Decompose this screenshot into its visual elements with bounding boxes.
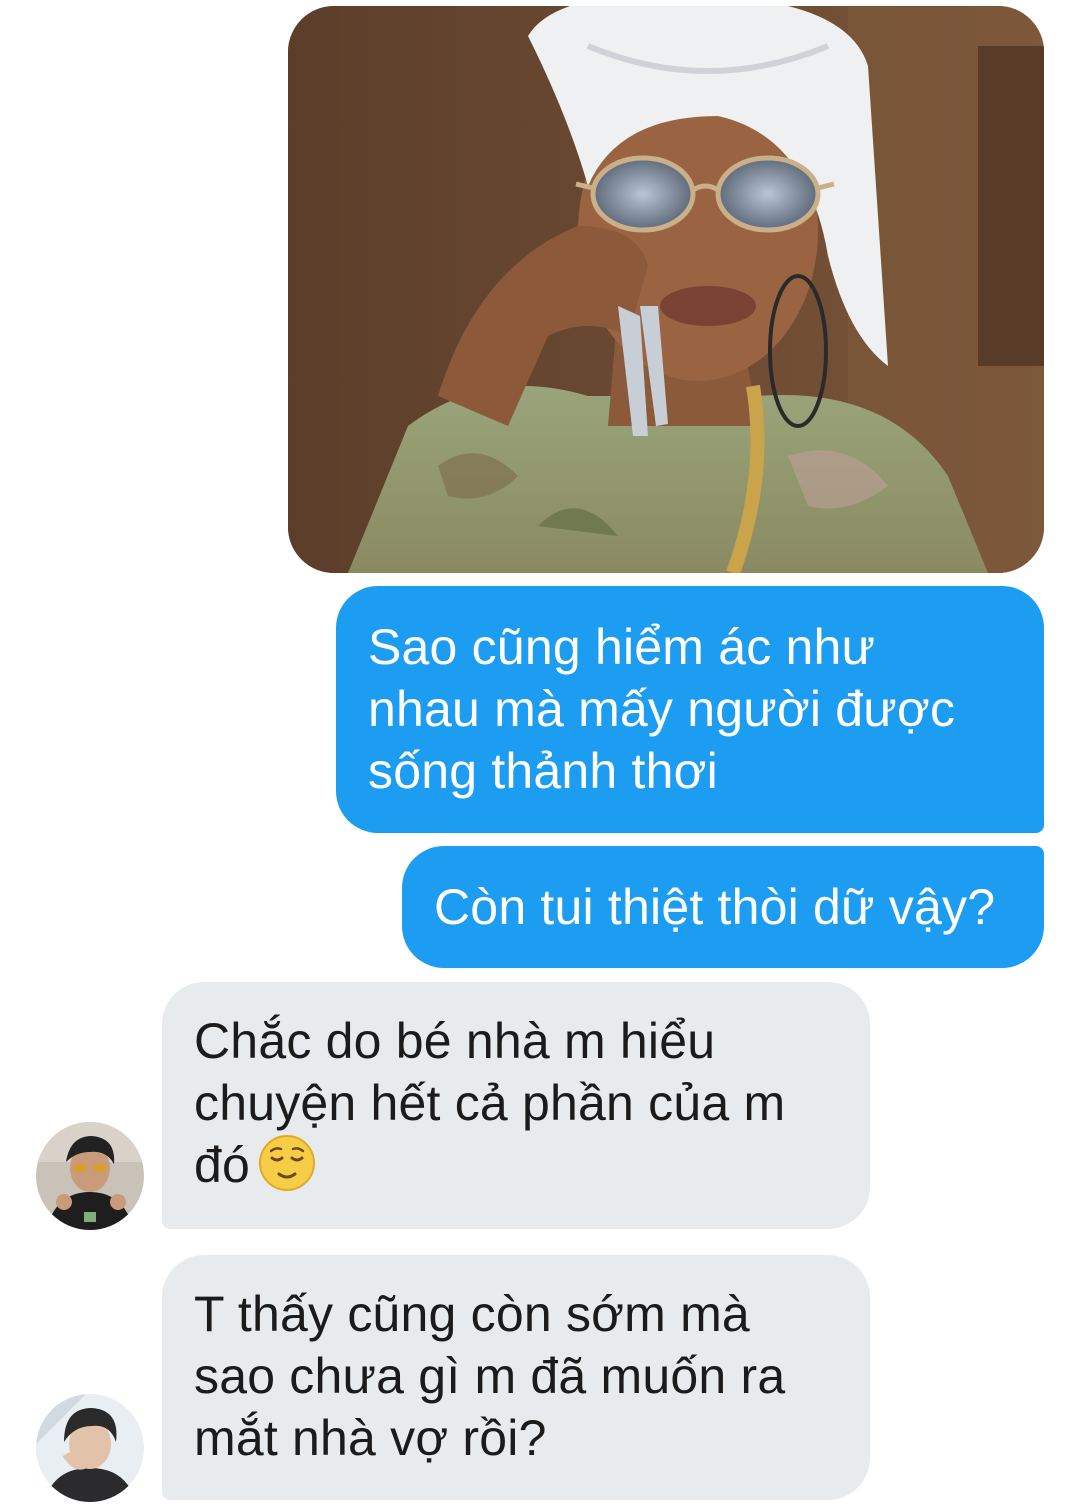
photo-message[interactable]: [288, 6, 1044, 573]
avatar-photo: [36, 1122, 144, 1230]
relieved-face-icon: [259, 1135, 316, 1191]
message-text: sao chưa gì m đã muốn ra: [194, 1348, 786, 1404]
contact-avatar[interactable]: [36, 1122, 144, 1230]
message-text: T thấy cũng còn sớm mà: [194, 1286, 750, 1342]
outgoing-message[interactable]: Sao cũng hiểm ác như nhau mà mấy người đ…: [336, 586, 1044, 833]
message-text: chuyện hết cả phần của m: [194, 1075, 786, 1131]
incoming-message[interactable]: T thấy cũng còn sớm mà sao chưa gì m đã …: [162, 1255, 870, 1500]
message-text: sống thảnh thơi: [368, 743, 718, 799]
contact-avatar[interactable]: [36, 1394, 144, 1502]
message-text: Chắc do bé nhà m hiểu: [194, 1013, 716, 1069]
avatar-photo: [36, 1394, 144, 1502]
meme-photo: [288, 6, 1044, 573]
message-text: nhau mà mấy người được: [368, 681, 956, 737]
outgoing-message[interactable]: Còn tui thiệt thòi dữ vậy?: [402, 846, 1044, 968]
message-text: mắt nhà vợ rồi?: [194, 1410, 547, 1466]
message-text: Sao cũng hiểm ác như: [368, 619, 876, 675]
message-text: Còn tui thiệt thòi dữ vậy?: [434, 879, 996, 935]
incoming-message[interactable]: Chắc do bé nhà m hiểu chuyện hết cả phần…: [162, 982, 870, 1229]
message-text: đó: [194, 1137, 251, 1193]
message-line-with-emoji: đó: [194, 1134, 840, 1196]
